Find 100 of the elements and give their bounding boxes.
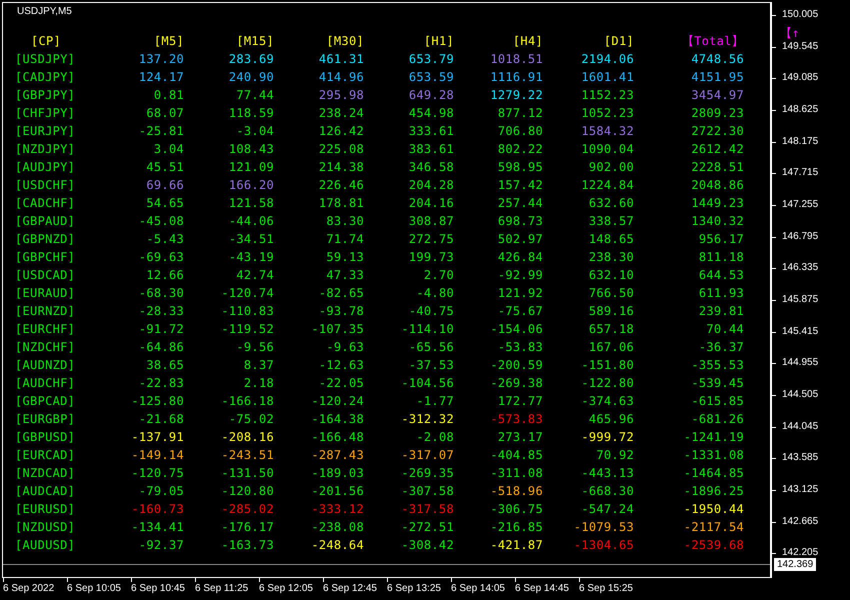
table-cell-text: 238.30 [588,249,634,266]
table-cell-text: 1449.23 [690,195,744,212]
table-cell-text: 902.00 [588,159,634,176]
table-cell-text: -92.37 [138,537,184,554]
table-cell-text: -114.10 [400,321,454,338]
table-cell-text: -166.48 [310,429,364,446]
price-label: 145.415 [782,324,818,339]
table-cell-text: -160.73 [130,501,184,518]
table-cell-text: -999.72 [580,429,634,446]
table-cell-text: -151.80 [580,357,634,374]
time-label: 6 Sep 13:25 [387,582,441,595]
price-label: 143.125 [782,483,818,498]
table-cell-text: 611.93 [698,285,744,302]
table-cell-text: 273.17 [496,429,543,446]
price-label: 145.875 [782,293,818,308]
table-cell-text: 69.66 [145,177,184,194]
pair-label: [EURJPY] [15,123,76,140]
table-cell-text: 956.17 [698,231,744,248]
table-cell-text: 706.80 [496,123,543,140]
table-cell-text: -120.75 [130,465,184,482]
table-cell-text: -1.77 [415,393,454,410]
table-cell-text: -243.51 [220,447,274,464]
time-label: 6 Sep 15:25 [579,582,633,595]
price-label: 144.505 [782,388,818,402]
table-cell-text: 653.59 [408,69,454,86]
table-cell-text: -272.51 [400,519,454,536]
chart-title: USDJPY,M5 [16,5,73,19]
table-cell-text: 383.61 [408,141,454,158]
table-cell-text: -518.96 [489,483,543,500]
table-cell-text: 172.77 [496,393,543,410]
time-label: 6 Sep 14:45 [515,582,569,595]
table-cell-text: -668.30 [580,483,634,500]
table-cell-text: -154.06 [489,321,543,338]
pair-label: [AUDCHF] [15,375,76,392]
table-cell-text: 8.37 [242,357,274,374]
table-cell-text: 295.98 [318,87,364,104]
table-cell-text: -404.85 [489,447,543,464]
pair-label: [EURAUD] [15,285,76,302]
pair-label: [EURCHF] [15,321,76,338]
table-cell-text: 126.42 [318,123,364,140]
table-cell-text: 199.73 [408,249,454,266]
table-cell-text: 1090.04 [580,141,634,158]
table-cell-text: -9.63 [325,339,364,356]
pair-label: [CADJPY] [15,69,76,86]
table-cell-text: 83.30 [325,213,364,230]
pair-label: [AUDNZD] [15,357,76,374]
table-cell-text: -164.38 [310,411,364,428]
table-cell-text: 461.31 [318,51,364,68]
table-cell-text: 68.07 [145,105,184,122]
table-cell-text: 454.98 [408,105,454,122]
table-cell-text: -69.63 [138,249,184,266]
table-cell-text: 2612.42 [690,141,744,158]
table-cell-text: -104.56 [400,375,454,392]
price-label: 149.545 [782,40,818,54]
table-cell-text: 653.79 [408,51,454,68]
table-cell-text: 70.44 [705,321,744,338]
table-cell-text: -269.35 [400,465,454,482]
pair-label: [NZDUSD] [15,519,76,536]
column-header: 【Total】 [680,33,744,50]
table-cell-text: 2.18 [242,375,274,392]
table-cell-text: 802.22 [496,141,543,158]
table-cell-text: 214.38 [318,159,364,176]
table-cell-text: 3454.97 [690,87,744,104]
table-cell-text: -120.74 [220,285,274,302]
price-label: 150.005 [782,8,818,22]
table-cell-text: 2722.30 [690,123,744,140]
table-cell-text: 124.17 [138,69,184,86]
time-label: 6 Sep 14:05 [451,582,505,595]
table-cell-text: -1464.85 [682,465,744,482]
table-cell-text: -43.19 [228,249,274,266]
table-cell-text: -374.63 [580,393,634,410]
table-cell-text: 167.06 [588,339,634,356]
table-cell-text: 70.92 [595,447,634,464]
pair-label: [CADCHF] [15,195,76,212]
table-cell-text: 333.61 [408,123,454,140]
table-cell-text: -285.02 [220,501,274,518]
table-cell-text: 1116.91 [489,69,543,86]
table-cell-text: -45.08 [138,213,184,230]
table-cell-text: 657.18 [588,321,634,338]
table-cell-text: -421.87 [489,537,543,554]
table-cell-text: 308.87 [408,213,454,230]
table-cell-text: 465.96 [588,411,634,428]
table-cell-text: 12.66 [145,267,184,284]
table-cell-text: -93.78 [318,303,364,320]
price-label: 147.715 [782,166,818,180]
table-cell-text: -5.43 [145,231,184,248]
time-label: 6 Sep 12:05 [259,582,313,595]
table-cell-text: -355.53 [690,357,744,374]
table-cell-text: -149.14 [130,447,184,464]
time-label: 6 Sep 10:45 [131,582,185,595]
table-cell-text: -119.52 [220,321,274,338]
table-cell-text: 272.75 [408,231,454,248]
pair-label: [EURUSD] [15,501,76,518]
table-cell-text: -107.35 [310,321,364,338]
table-cell-text: -37.53 [408,357,454,374]
table-cell-text: -91.72 [138,321,184,338]
table-cell-text: 54.65 [145,195,184,212]
pair-label: [AUDJPY] [15,159,76,176]
pair-label: [USDJPY] [15,51,76,68]
table-cell-text: -28.33 [138,303,184,320]
